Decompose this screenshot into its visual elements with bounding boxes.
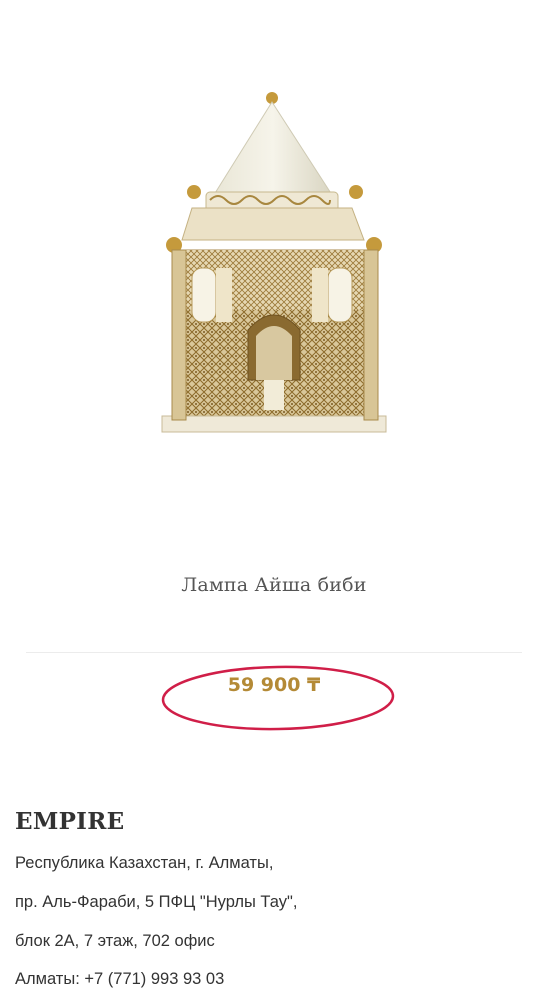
product-price: 59 900 ₸ <box>227 674 321 696</box>
phone-line[interactable]: Алматы: +7 (771) 993 93 03 <box>15 970 224 989</box>
lamp-image[interactable] <box>152 80 396 452</box>
divider <box>26 652 522 653</box>
address-line: пр. Аль-Фараби, 5 ПФЦ "Нурлы Тау", <box>15 893 298 911</box>
address-line: Республика Казахстан, г. Алматы, <box>15 854 274 872</box>
store-name: EMPIRE <box>15 808 125 835</box>
product-title[interactable]: Лампа Айша биби <box>0 574 548 596</box>
address-line: блок 2А, 7 этаж, 702 офис <box>15 932 215 950</box>
